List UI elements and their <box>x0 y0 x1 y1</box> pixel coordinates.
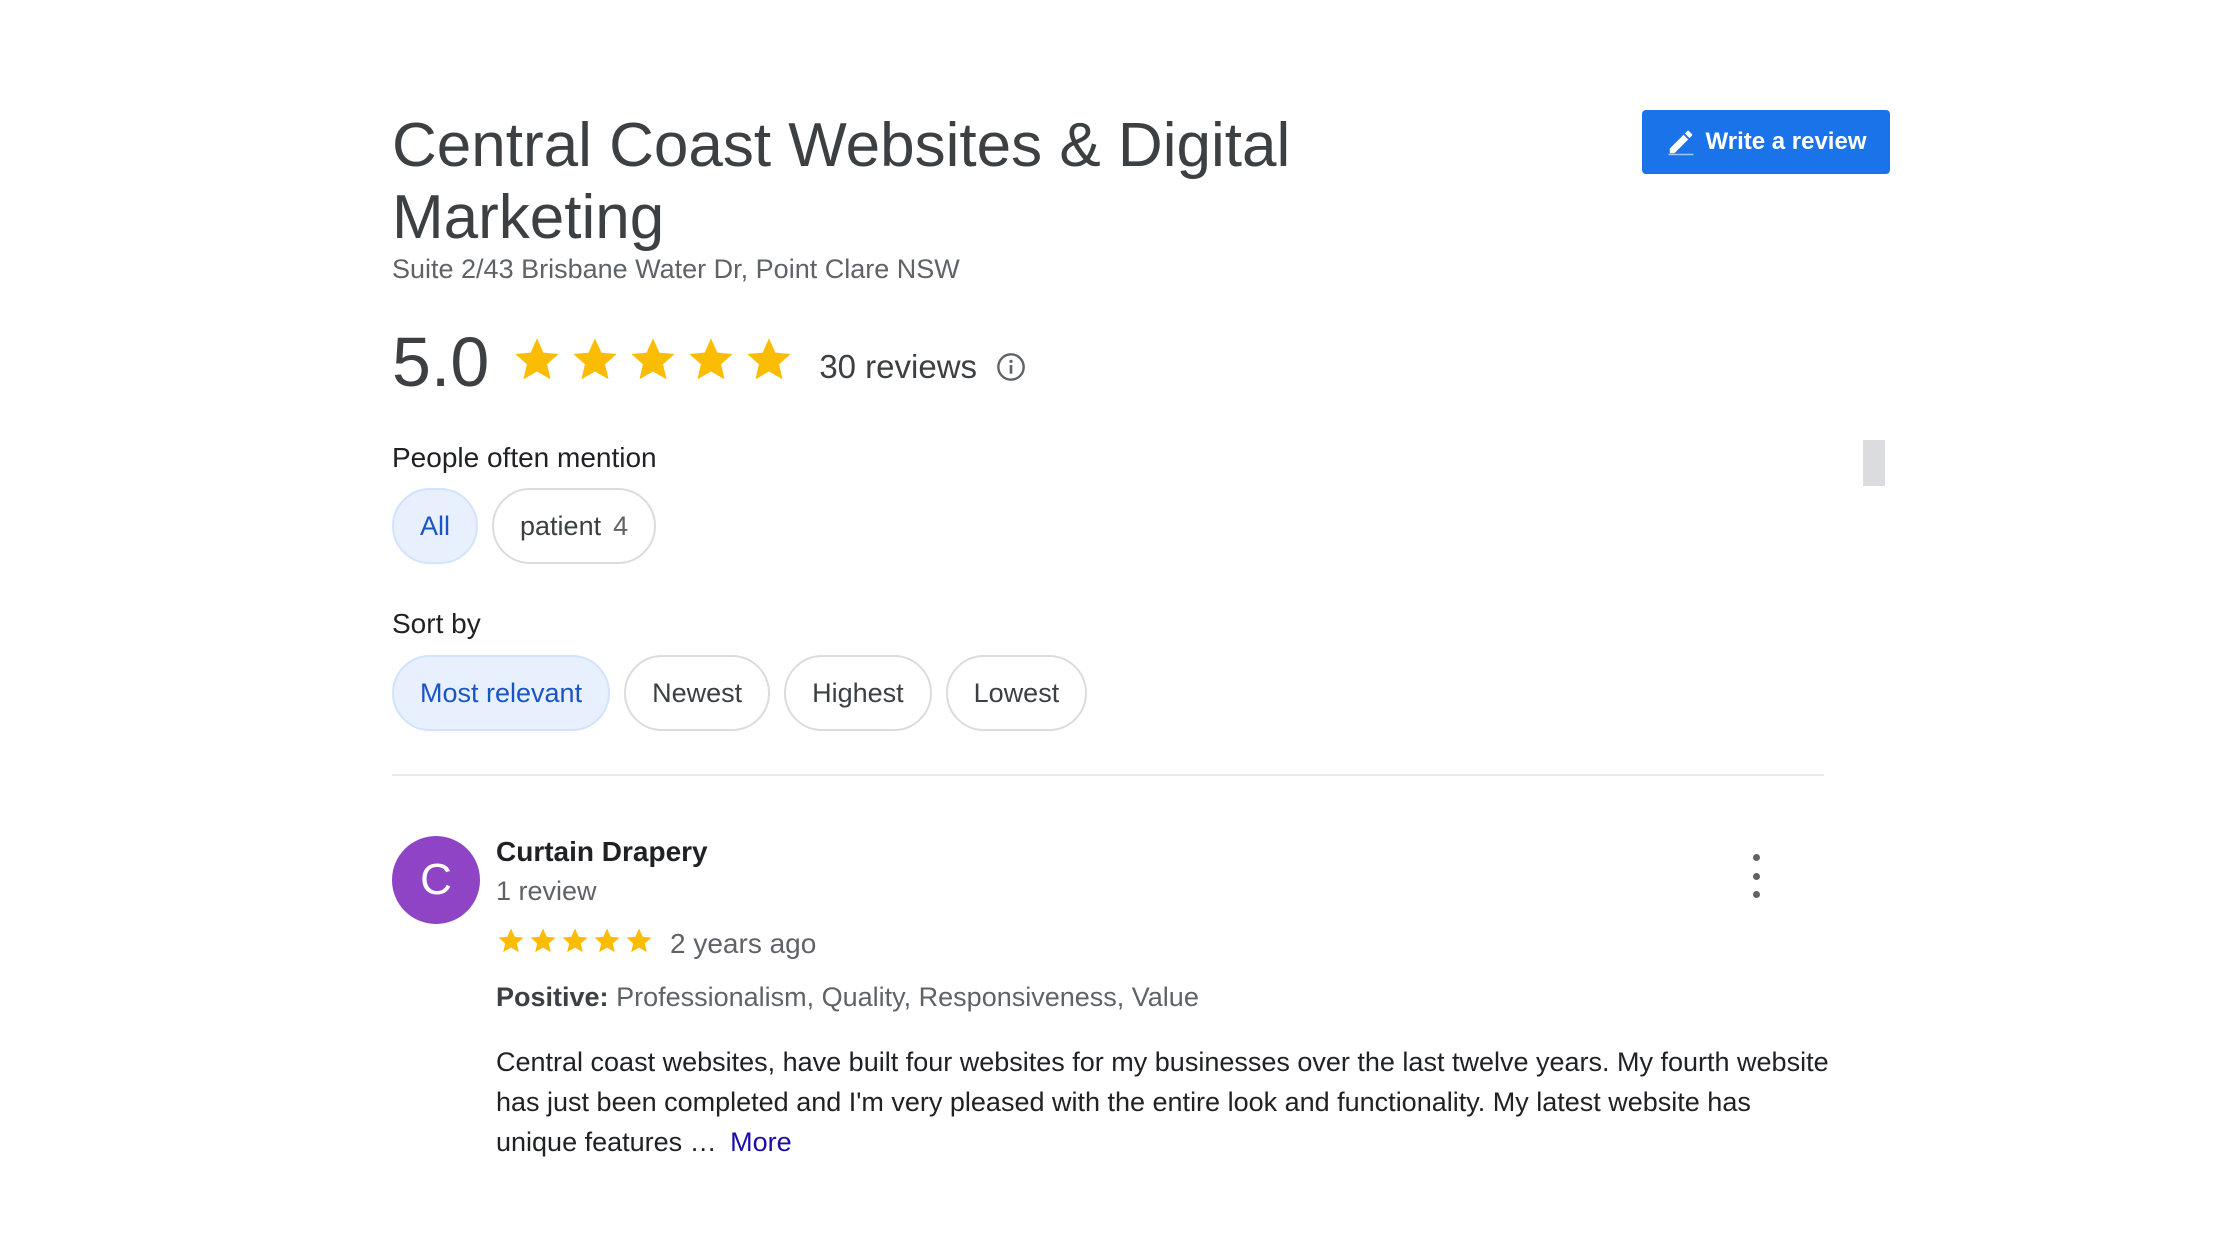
sort-highest[interactable]: Highest <box>784 655 932 731</box>
chip-label: All <box>420 510 451 541</box>
star-icon <box>496 926 526 961</box>
sort-most-relevant[interactable]: Most relevant <box>392 655 611 731</box>
write-review-button[interactable]: Write a review <box>1642 110 1890 174</box>
chip-count: 4 <box>613 510 629 541</box>
mentions-chips: All patient 4 <box>392 488 657 564</box>
star-icon <box>685 334 737 391</box>
review-stars <box>496 926 654 961</box>
more-link[interactable]: More <box>730 1127 792 1157</box>
positive-values: Professionalism, Quality, Responsiveness… <box>616 982 1199 1012</box>
chip-label: Lowest <box>973 677 1060 708</box>
scrollbar-thumb[interactable] <box>1863 440 1885 486</box>
star-icon <box>627 334 679 391</box>
positive-label: Positive: <box>496 982 609 1012</box>
more-options-icon[interactable] <box>1744 854 1768 898</box>
star-icon <box>624 926 654 961</box>
review-count[interactable]: 30 reviews <box>819 348 977 386</box>
rating-summary: 5.0 30 reviews <box>392 322 1027 402</box>
divider <box>392 774 1824 776</box>
review-positive: Positive: Professionalism, Quality, Resp… <box>496 982 1199 1013</box>
sort-label: Sort by <box>392 608 481 639</box>
rating-stars <box>511 334 795 391</box>
chip-label: patient <box>520 510 602 541</box>
star-icon <box>528 926 558 961</box>
review-body: Central coast websites, have built four … <box>496 1047 1829 1157</box>
star-icon <box>592 926 622 961</box>
star-icon <box>743 334 795 391</box>
chip-label: Highest <box>812 677 904 708</box>
write-review-label: Write a review <box>1705 128 1867 155</box>
pencil-icon <box>1666 127 1696 157</box>
chip-label: Most relevant <box>420 677 583 708</box>
star-icon <box>511 334 563 391</box>
star-icon <box>560 926 590 961</box>
mentions-label: People often mention <box>392 442 657 473</box>
sort-chips: Most relevant Newest Highest Lowest <box>392 655 1088 731</box>
sort-newest[interactable]: Newest <box>624 655 771 731</box>
avatar[interactable]: C <box>392 836 480 924</box>
review-text: Central coast websites, have built four … <box>496 1042 1836 1162</box>
mention-chip-patient[interactable]: patient 4 <box>492 488 657 564</box>
rating-score: 5.0 <box>392 323 490 401</box>
info-icon[interactable] <box>995 351 1027 383</box>
reviewer-name[interactable]: Curtain Drapery <box>496 836 708 868</box>
business-address: Suite 2/43 Brisbane Water Dr, Point Clar… <box>392 254 960 284</box>
mention-chip-all[interactable]: All <box>392 488 479 564</box>
sort-lowest[interactable]: Lowest <box>945 655 1088 731</box>
review-date: 2 years ago <box>670 927 817 959</box>
star-icon <box>569 334 621 391</box>
review-rating: 2 years ago <box>496 926 816 961</box>
chip-label: Newest <box>652 677 743 708</box>
reviewer-review-count: 1 review <box>496 876 597 906</box>
business-name: Central Coast Websites & Digital Marketi… <box>392 111 1291 252</box>
